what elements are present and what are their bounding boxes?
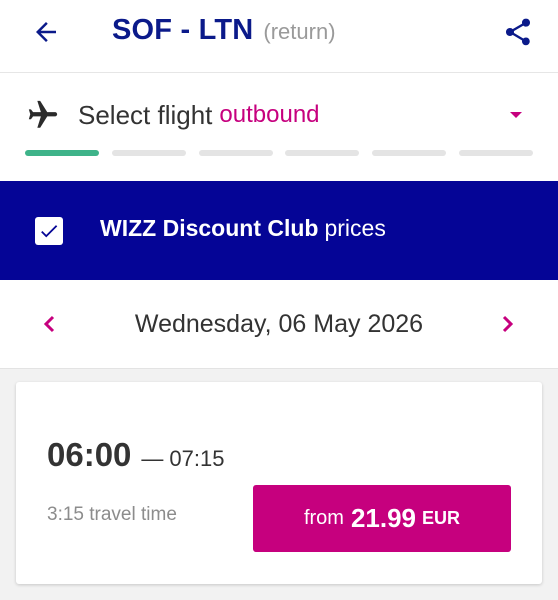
arrival-time: 07:15 (169, 446, 225, 471)
progress-step-1 (25, 150, 99, 156)
step-dropdown-button[interactable] (504, 103, 528, 127)
progress-step-4 (285, 150, 360, 156)
selected-date: Wednesday, 06 May 2026 (134, 310, 424, 338)
departure-time: 06:00 (47, 436, 132, 473)
time-separator: — (141, 446, 164, 471)
select-price-button[interactable]: from 21.99 EUR (253, 485, 511, 552)
chevron-right-icon (502, 315, 514, 333)
progress-step-3 (198, 150, 273, 156)
flight-times: 06:00 — 07:15 (47, 436, 224, 474)
arrow-left-icon (36, 22, 56, 42)
flight-step-section: Select flight outbound (0, 73, 558, 181)
back-button[interactable] (26, 12, 66, 52)
date-navigator: Wednesday, 06 May 2026 (0, 280, 558, 369)
price-amount: 21.99 (350, 503, 417, 533)
checkmark-icon (41, 225, 58, 238)
discount-club-name: WIZZ Discount Club (100, 215, 319, 241)
step-direction: outbound (219, 101, 320, 128)
travel-time: 3:15 travel time (47, 504, 177, 525)
trip-type-label: (return) (263, 19, 336, 44)
price-prefix: from (303, 507, 344, 529)
flight-step-selector[interactable]: Select flight outbound (24, 95, 534, 135)
top-app-bar: SOF - LTN (return) (0, 0, 558, 73)
discount-club-checkbox[interactable] (35, 217, 63, 245)
route-label: SOF - LTN (112, 14, 254, 46)
progress-step-2 (111, 150, 186, 156)
caret-down-icon (510, 112, 522, 118)
route-title: SOF - LTN (return) (112, 14, 336, 47)
step-title: Select flight (78, 99, 213, 130)
discount-club-label: WIZZ Discount Club prices (100, 215, 386, 242)
share-icon (506, 18, 530, 46)
airplane-icon (24, 96, 62, 134)
flight-card[interactable]: 06:00 — 07:15 3:15 travel time from 21.9… (16, 382, 542, 584)
next-date-button[interactable] (492, 308, 524, 340)
discount-club-banner[interactable]: WIZZ Discount Club prices (0, 181, 558, 280)
price-currency: EUR (422, 508, 461, 528)
share-button[interactable] (498, 12, 538, 52)
progress-step-5 (372, 150, 447, 156)
progress-step-6 (458, 150, 533, 156)
step-progress (25, 150, 533, 156)
discount-club-suffix: prices (324, 215, 386, 241)
flight-selection-screen: SOF - LTN (return) Select flight outboun… (0, 0, 558, 600)
